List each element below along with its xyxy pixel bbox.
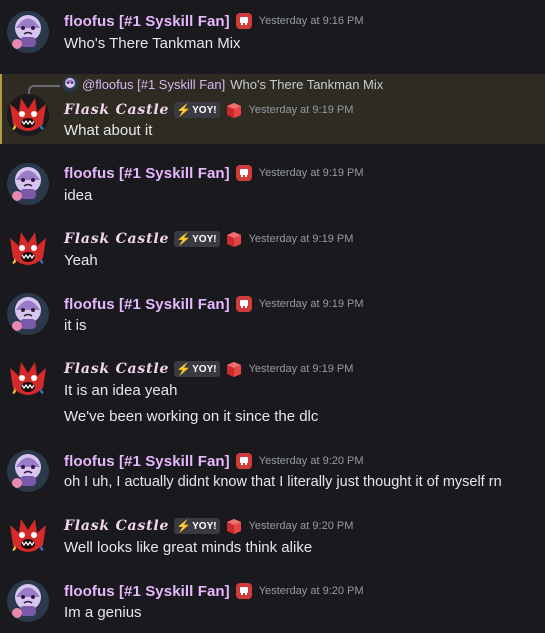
purple-ghost-avatar-icon bbox=[7, 11, 49, 53]
message-text: Im a genius bbox=[64, 604, 142, 621]
timestamp[interactable]: Yesterday at 9:19 PM bbox=[249, 363, 354, 375]
timestamp[interactable]: Yesterday at 9:20 PM bbox=[249, 520, 354, 532]
timestamp[interactable]: Yesterday at 9:16 PM bbox=[259, 15, 364, 27]
red-flame-creature-avatar-icon bbox=[7, 228, 49, 270]
user-avatar[interactable] bbox=[7, 450, 49, 492]
red-flame-creature-avatar-icon bbox=[7, 358, 49, 400]
timestamp[interactable]: Yesterday at 9:19 PM bbox=[259, 298, 364, 310]
message-text: Well looks like great minds think alike bbox=[64, 539, 313, 556]
message-text: oh I uh, I actually didnt know that I li… bbox=[64, 474, 502, 490]
user-avatar[interactable] bbox=[7, 515, 49, 557]
username[interactable]: floofus [#1 Syskill Fan] bbox=[64, 13, 230, 30]
red-cube-badge-icon[interactable] bbox=[235, 452, 253, 470]
user-avatar[interactable] bbox=[7, 228, 49, 270]
red-flame-creature-avatar-icon bbox=[7, 94, 49, 136]
message-text: Who's There Tankman Mix bbox=[64, 35, 241, 52]
message-item: floofus [#1 Syskill Fan] Yesterday at 9:… bbox=[0, 284, 545, 346]
message-item: Flask Castle ⚡ YOY! Yesterday at 9:19 PM … bbox=[0, 74, 545, 144]
user-avatar[interactable] bbox=[7, 580, 49, 622]
tag-label: YOY! bbox=[192, 363, 217, 375]
username[interactable]: Flask Castle bbox=[64, 231, 169, 247]
username[interactable]: floofus [#1 Syskill Fan] bbox=[64, 165, 230, 182]
timestamp[interactable]: Yesterday at 9:19 PM bbox=[249, 104, 354, 116]
red-cube-badge-icon[interactable] bbox=[225, 360, 243, 378]
message-text: It is an idea yeah bbox=[64, 382, 178, 399]
red-flame-creature-avatar-icon bbox=[7, 515, 49, 557]
timestamp[interactable]: Yesterday at 9:19 PM bbox=[249, 233, 354, 245]
purple-ghost-avatar-icon bbox=[7, 580, 49, 622]
timestamp[interactable]: Yesterday at 9:20 PM bbox=[259, 455, 364, 467]
user-avatar[interactable] bbox=[7, 163, 49, 205]
username[interactable]: floofus [#1 Syskill Fan] bbox=[64, 453, 230, 470]
red-cube-badge-icon[interactable] bbox=[225, 517, 243, 535]
purple-ghost-avatar-icon bbox=[7, 163, 49, 205]
tag-label: YOY! bbox=[192, 520, 217, 532]
red-cube-badge-icon[interactable] bbox=[235, 12, 253, 30]
red-cube-badge-icon[interactable] bbox=[225, 230, 243, 248]
tag-label: YOY! bbox=[192, 233, 217, 245]
lightning-bolt-icon: ⚡ bbox=[176, 103, 192, 117]
lightning-bolt-icon: ⚡ bbox=[176, 362, 192, 376]
username[interactable]: Flask Castle bbox=[64, 102, 169, 118]
message-text: it is bbox=[64, 317, 87, 334]
server-tag[interactable]: ⚡ YOY! bbox=[174, 231, 220, 247]
purple-ghost-avatar-icon bbox=[7, 450, 49, 492]
message-text: idea bbox=[64, 187, 93, 204]
user-avatar[interactable] bbox=[7, 11, 49, 53]
message-text: We've been working on it since the dlc bbox=[64, 408, 319, 425]
message-item: Flask Castle ⚡ YOY! Yesterday at 9:20 PM … bbox=[0, 506, 545, 568]
red-cube-badge-icon[interactable] bbox=[235, 582, 253, 600]
red-cube-badge-icon[interactable] bbox=[225, 101, 243, 119]
message-item: floofus [#1 Syskill Fan] Yesterday at 9:… bbox=[0, 441, 545, 503]
message-text: Yeah bbox=[64, 252, 98, 269]
username[interactable]: Flask Castle bbox=[64, 518, 169, 534]
server-tag[interactable]: ⚡ YOY! bbox=[174, 361, 220, 377]
server-tag[interactable]: ⚡ YOY! bbox=[174, 518, 220, 534]
purple-ghost-avatar-icon bbox=[7, 293, 49, 335]
username[interactable]: floofus [#1 Syskill Fan] bbox=[64, 583, 230, 600]
username[interactable]: Flask Castle bbox=[64, 361, 169, 377]
red-cube-badge-icon[interactable] bbox=[235, 295, 253, 313]
timestamp[interactable]: Yesterday at 9:19 PM bbox=[259, 167, 364, 179]
lightning-bolt-icon: ⚡ bbox=[176, 232, 192, 246]
server-tag[interactable]: ⚡ YOY! bbox=[174, 102, 220, 118]
user-avatar[interactable] bbox=[7, 293, 49, 335]
user-avatar[interactable] bbox=[7, 94, 49, 136]
message-item: floofus [#1 Syskill Fan] Yesterday at 9:… bbox=[0, 571, 545, 633]
username[interactable]: floofus [#1 Syskill Fan] bbox=[64, 296, 230, 313]
message-item: Flask Castle ⚡ YOY! Yesterday at 9:19 PM … bbox=[0, 349, 545, 439]
timestamp[interactable]: Yesterday at 9:20 PM bbox=[259, 585, 364, 597]
message-item: floofus [#1 Syskill Fan] Yesterday at 9:… bbox=[0, 0, 545, 66]
message-text: What about it bbox=[64, 122, 153, 139]
red-cube-badge-icon[interactable] bbox=[235, 164, 253, 182]
user-avatar[interactable] bbox=[7, 358, 49, 400]
tag-label: YOY! bbox=[192, 104, 217, 116]
message-item: floofus [#1 Syskill Fan] Yesterday at 9:… bbox=[0, 154, 545, 216]
message-item: Flask Castle ⚡ YOY! Yesterday at 9:19 PM … bbox=[0, 219, 545, 281]
lightning-bolt-icon: ⚡ bbox=[176, 519, 192, 533]
